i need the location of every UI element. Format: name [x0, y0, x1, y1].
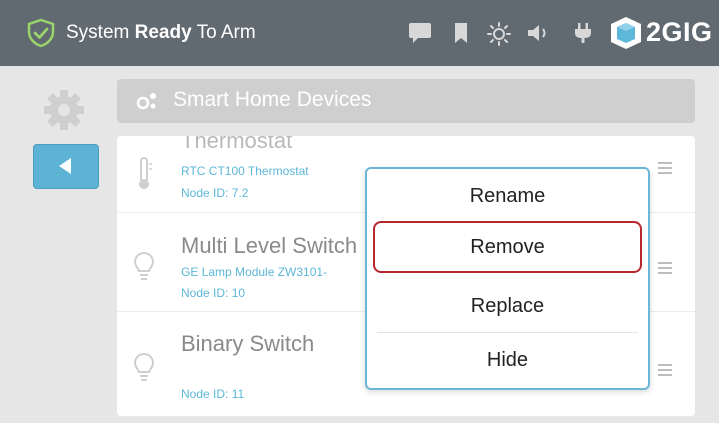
device-name: Multi Level Switch: [181, 233, 358, 258]
brand-logo-icon: [611, 17, 641, 49]
gear-icon[interactable]: [40, 86, 88, 134]
drag-handle-icon[interactable]: [658, 162, 672, 177]
brightness-icon[interactable]: [487, 22, 511, 46]
device-name: Thermostat: [181, 136, 293, 153]
device-node-id: Node ID: 11: [181, 387, 245, 401]
volume-icon[interactable]: [526, 22, 552, 44]
remove-option[interactable]: Remove: [373, 221, 642, 273]
message-icon[interactable]: [408, 22, 432, 44]
back-arrow-icon: [59, 158, 71, 174]
device-model: GE Lamp Module ZW3101-: [181, 265, 328, 279]
brand-name: 2GIG: [646, 17, 713, 47]
device-name: Binary Switch: [181, 331, 315, 356]
device-node-id: Node ID: 10: [181, 286, 246, 300]
lightbulb-icon: [133, 251, 155, 280]
shield-check-icon[interactable]: [26, 18, 56, 48]
system-status[interactable]: System Ready To Arm: [66, 22, 256, 44]
replace-option[interactable]: Replace: [367, 279, 648, 333]
drag-handle-icon[interactable]: [658, 262, 672, 277]
rename-option[interactable]: Rename: [367, 169, 648, 223]
context-menu: Rename Remove Replace Hide: [365, 167, 650, 390]
devices-icon: [136, 93, 156, 110]
page-header: Smart Home Devices: [117, 79, 695, 123]
device-model: RTC CT100 Thermostat: [181, 164, 309, 178]
back-button[interactable]: [33, 144, 99, 189]
power-plug-icon[interactable]: [574, 22, 592, 44]
hide-option[interactable]: Hide: [367, 333, 648, 387]
lightbulb-icon: [133, 352, 155, 381]
thermometer-icon: [139, 157, 152, 189]
status-bar: System Ready To Arm 2GIG: [0, 0, 719, 66]
device-node-id: Node ID: 7.2: [181, 186, 249, 200]
drag-handle-icon[interactable]: [658, 364, 672, 379]
page-title: Smart Home Devices: [173, 88, 372, 111]
bookmark-icon[interactable]: [454, 22, 468, 44]
